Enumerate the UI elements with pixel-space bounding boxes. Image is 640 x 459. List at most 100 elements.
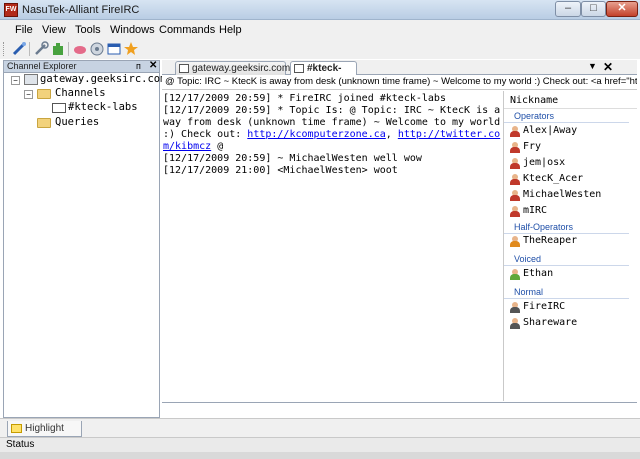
chat-line: [12/17/2009 20:59] * FireIRC joined #kte…	[163, 93, 446, 104]
nick-label: Ethan	[523, 268, 554, 279]
nick-item[interactable]: jem|osx	[508, 156, 565, 170]
user-icon	[510, 190, 520, 201]
menu-commands[interactable]: Commands	[159, 24, 215, 36]
tab-strip: gateway.geeksirc.com #kteck-labs	[162, 60, 637, 87]
divider	[504, 298, 629, 299]
settings-icon[interactable]	[33, 41, 49, 57]
folder-icon	[37, 89, 51, 99]
menu-help[interactable]: Help	[219, 24, 242, 36]
chat-link[interactable]: http://kcomputerzone.ca	[247, 129, 385, 140]
close-button[interactable]: ✕	[606, 1, 638, 17]
folder-icon	[37, 118, 51, 128]
user-icon	[510, 142, 520, 153]
topic-bar[interactable]: @ Topic: IRC ~ KtecK is away from desk (…	[162, 75, 637, 90]
window-title: NasuTek-Alliant FireIRC	[22, 4, 140, 16]
nick-item[interactable]: Shareware	[508, 316, 577, 330]
nick-group-voiced: Voiced	[514, 254, 542, 264]
nick-label: Shareware	[523, 317, 578, 328]
status-bar: Status	[0, 437, 640, 452]
bottom-tab-strip: Highlight Log	[0, 418, 640, 449]
nick-item[interactable]: KtecK_Acer	[508, 172, 583, 186]
chevron-down-icon[interactable]: ▼	[588, 61, 597, 71]
menu-view[interactable]: View	[42, 24, 66, 36]
tree-item-label: #kteck-labs	[68, 101, 138, 113]
tab-channel[interactable]: #kteck-labs	[290, 61, 357, 87]
tab-highlight-log[interactable]: Highlight Log	[7, 421, 82, 449]
star-icon[interactable]	[123, 41, 139, 57]
nick-list-header[interactable]: Nickname	[504, 93, 637, 109]
collapse-icon[interactable]: −	[24, 90, 33, 99]
topic-text: @ Topic: IRC ~ KtecK is away from desk (…	[165, 76, 637, 87]
channel-explorer-title: Channel Explorer	[7, 61, 77, 71]
nick-item[interactable]: TheReaper	[508, 234, 577, 248]
channel-icon	[294, 64, 304, 73]
title-bar: FW NasuTek-Alliant FireIRC – □ ✕	[0, 0, 640, 20]
highlight-log-icon	[11, 424, 22, 433]
nick-group-operators: Operators	[514, 111, 555, 121]
nick-group-normal: Normal	[514, 287, 544, 297]
tree-item-server[interactable]: − gateway.geeksirc.com	[4, 73, 166, 87]
tree-item-label: Channels	[55, 87, 106, 99]
user-icon	[510, 174, 520, 185]
message-input[interactable]	[162, 402, 637, 417]
chat-line: [12/17/2009 20:59] ~ MichaelWesten well …	[163, 153, 422, 164]
chat-log: [12/17/2009 20:59] * FireIRC joined #kte…	[162, 91, 503, 401]
nick-item[interactable]: mIRC	[508, 204, 547, 218]
user-icon	[510, 302, 520, 313]
status-text: Status	[6, 439, 35, 450]
connect-icon[interactable]	[11, 41, 27, 57]
nick-item[interactable]: MichaelWesten	[508, 188, 601, 202]
menu-tools[interactable]: Tools	[75, 24, 101, 36]
nick-label: Fry	[523, 141, 542, 152]
chat-text: ,	[385, 129, 398, 140]
tree-item-label: gateway.geeksirc.com	[40, 73, 167, 85]
nick-label: mIRC	[523, 205, 548, 216]
nick-label: MichaelWesten	[523, 189, 602, 200]
user-icon	[510, 318, 520, 329]
toolbar-grip[interactable]	[3, 42, 6, 56]
close-tab-icon[interactable]: ✕	[603, 60, 613, 74]
server-icon	[179, 64, 189, 73]
menu-file[interactable]: File	[15, 24, 33, 36]
channel-explorer: Channel Explorer ᴨ ✕ − gateway.geeksirc.…	[3, 60, 166, 418]
pin-icon[interactable]: ᴨ	[136, 61, 141, 71]
maximize-button[interactable]: □	[581, 1, 606, 17]
nick-label: KtecK_Acer	[523, 173, 584, 184]
nick-list: Nickname Operators Alex|Away Fry jem|osx Kt…	[503, 91, 637, 401]
plugin-icon[interactable]	[50, 41, 66, 57]
minimize-button[interactable]: –	[555, 1, 581, 17]
divider	[504, 265, 629, 266]
window-icon[interactable]	[106, 41, 122, 57]
tab-label: gateway.geeksirc.com	[192, 63, 291, 74]
chat-text: @	[211, 141, 224, 152]
tree-item-channels[interactable]: − Channels	[4, 87, 159, 101]
app-icon: FW	[4, 3, 18, 17]
nick-item[interactable]: Fry	[508, 140, 541, 154]
nick-label: TheReaper	[523, 235, 578, 246]
channel-explorer-header: Channel Explorer ᴨ ✕	[4, 60, 159, 73]
nick-label: jem|osx	[523, 157, 566, 168]
nick-label: Alex|Away	[523, 125, 578, 136]
tree-item-channel[interactable]: #kteck-labs	[4, 101, 159, 115]
nick-item[interactable]: Alex|Away	[508, 124, 577, 138]
tab-server[interactable]: gateway.geeksirc.com	[175, 61, 290, 75]
user-icon	[510, 269, 520, 280]
nick-item[interactable]: FireIRC	[508, 300, 565, 314]
chat-line: [12/17/2009 21:00] <MichaelWesten> woot	[163, 165, 398, 176]
menu-bar: File View Tools Windows Commands Help	[0, 20, 640, 40]
log-icon[interactable]	[89, 41, 105, 57]
toolbar-separator	[68, 42, 69, 56]
toolbar-separator	[29, 42, 30, 56]
server-icon	[24, 74, 38, 85]
toolbar	[0, 40, 640, 59]
divider	[504, 122, 629, 123]
tree-item-queries[interactable]: Queries	[4, 116, 159, 130]
menu-windows[interactable]: Windows	[110, 24, 155, 36]
close-icon[interactable]: ✕	[149, 60, 157, 71]
window-edge	[0, 452, 640, 459]
channel-icon	[52, 103, 66, 113]
collapse-icon[interactable]: −	[11, 76, 20, 85]
highlight-icon[interactable]	[72, 41, 88, 57]
tree-item-label: Queries	[55, 116, 100, 128]
nick-item[interactable]: Ethan	[508, 267, 553, 281]
